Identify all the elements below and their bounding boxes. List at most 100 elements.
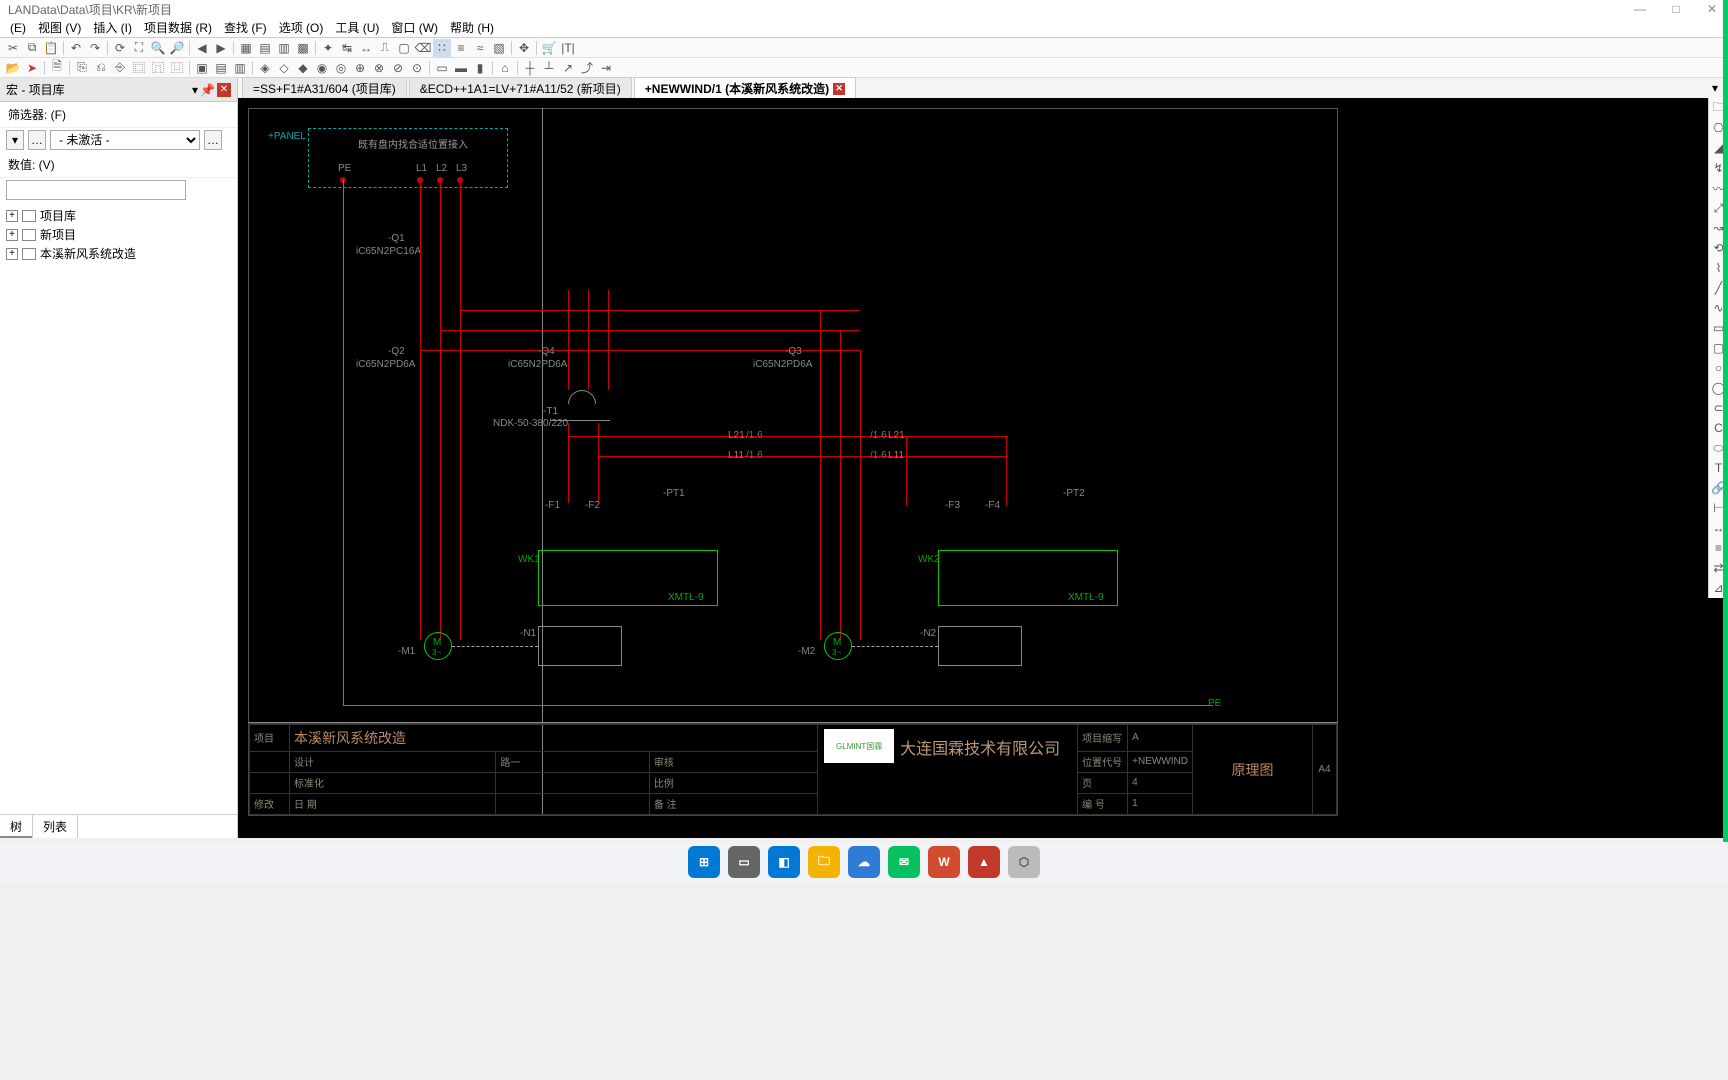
tb-grid2-icon[interactable]: ▤ [256,39,274,57]
tb2-a-icon[interactable]: 🗎 [48,59,66,77]
menu-edit[interactable]: (E) [4,19,32,37]
tb-cut-icon[interactable]: ✂ [4,39,22,57]
taskbar-explorer[interactable]: 🗀 [808,846,840,878]
tb-paste-icon[interactable]: 📋 [42,39,60,57]
doctab-1[interactable]: =SS+F1#A31/604 (项目库) [242,77,407,99]
taskbar-wechat[interactable]: ✉ [888,846,920,878]
tb-line-icon[interactable]: ≡ [452,39,470,57]
doctab-dropdown-icon[interactable]: ▾ [1706,81,1724,95]
expand-icon[interactable]: + [6,210,18,222]
sidebar-dropdown-icon[interactable]: ▾ [192,83,198,97]
tb2-zb-icon[interactable]: ⇥ [597,59,615,77]
taskbar-app-2[interactable]: ⬡ [1008,846,1040,878]
tb-zoomout-icon[interactable]: 🔎 [168,39,186,57]
expand-icon[interactable]: + [6,229,18,241]
tb2-c-icon[interactable]: ⎌ [92,59,110,77]
tb2-w-icon[interactable]: ⌂ [496,59,514,77]
tb-cart-icon[interactable]: 🛒 [540,39,558,57]
sidebar-tab-tree[interactable]: 树 [0,815,33,838]
tb2-v-icon[interactable]: ▮ [471,59,489,77]
tb2-x-icon[interactable]: ┼ [521,59,539,77]
tb-redo-icon[interactable]: ↷ [86,39,104,57]
menu-help[interactable]: 帮助 (H) [444,17,500,38]
tb2-s-icon[interactable]: ⊙ [408,59,426,77]
tb2-i-icon[interactable]: ▤ [212,59,230,77]
tb2-e-icon[interactable]: ⿴ [130,59,148,77]
tb2-f-icon[interactable]: ⿵ [149,59,167,77]
schematic-canvas[interactable]: +PANEL 既有盘内找合适位置接入 PE L1 L2 L3 -Q1 iC65N… [238,98,1728,838]
tb2-p-icon[interactable]: ⊕ [351,59,369,77]
tb-brk-icon[interactable]: ⎍ [376,39,394,57]
taskbar-wps[interactable]: W [928,846,960,878]
taskbar-alert[interactable]: ▲ [968,846,1000,878]
tb2-g-icon[interactable]: ⿶ [168,59,186,77]
tb-text-icon[interactable]: |T| [559,39,577,57]
doctab-close-icon[interactable]: ✕ [833,83,845,95]
menu-window[interactable]: 窗口 (W) [385,17,444,38]
filter-select[interactable]: - 未激活 - [50,130,200,150]
tb2-z-icon[interactable]: ↗ [559,59,577,77]
window-minimize[interactable]: — [1632,2,1648,16]
tb-grid4-icon[interactable]: ▩ [294,39,312,57]
tree-item-lib[interactable]: + 项目库 [4,206,233,225]
tb2-za-icon[interactable]: ⤴ [578,59,596,77]
doctab-3[interactable]: +NEWWIND/1 (本溪新风系统改造) ✕ [634,77,856,99]
doctab-2[interactable]: &ECD++1A1=LV+71#A11/52 (新项目) [409,77,632,99]
tb-align-icon[interactable]: ↹ [338,39,356,57]
tb2-y-icon[interactable]: ┴ [540,59,558,77]
tb-dot-icon[interactable]: ∷ [433,39,451,57]
window-maximize[interactable]: □ [1668,2,1684,16]
menu-tools[interactable]: 工具 (U) [329,17,385,38]
taskbar-app-cloud[interactable]: ☁ [848,846,880,878]
tb-zoomin-icon[interactable]: 🔍 [149,39,167,57]
menu-options[interactable]: 选项 (O) [273,17,330,38]
tb2-b-icon[interactable]: ⎘ [73,59,91,77]
tb-center-icon[interactable]: ✥ [515,39,533,57]
tb2-m-icon[interactable]: ◆ [294,59,312,77]
tb2-h-icon[interactable]: ▣ [193,59,211,77]
tb2-o-icon[interactable]: ◎ [332,59,350,77]
tb-del-icon[interactable]: ⌫ [414,39,432,57]
tb-box-icon[interactable]: ▢ [395,39,413,57]
tb-refresh-icon[interactable]: ⟳ [111,39,129,57]
tb2-k-icon[interactable]: ◈ [256,59,274,77]
tb2-l-icon[interactable]: ◇ [275,59,293,77]
tb-grid1-icon[interactable]: ▦ [237,39,255,57]
tb2-open-icon[interactable]: 📂 [4,59,22,77]
filter-opts-button[interactable]: … [28,130,46,150]
tb2-arrow-icon[interactable]: ➤ [23,59,41,77]
tb-navfwd-icon[interactable]: ▶ [212,39,230,57]
taskbar-taskview[interactable]: ▭ [728,846,760,878]
expand-icon[interactable]: + [6,248,18,260]
menu-projectdata[interactable]: 项目数据 (R) [138,17,218,38]
filter-prev-button[interactable]: ▾ [6,130,24,150]
tb-zoomfit-icon[interactable]: ⛶ [130,39,148,57]
tree-item-benxi[interactable]: + 本溪新风系统改造 [4,244,233,263]
sidebar-tab-list[interactable]: 列表 [33,815,78,838]
tb-wave-icon[interactable]: ≈ [471,39,489,57]
tb-navback-icon[interactable]: ◀ [193,39,211,57]
tree-item-newproj[interactable]: + 新项目 [4,225,233,244]
tb2-n-icon[interactable]: ◉ [313,59,331,77]
tb2-t-icon[interactable]: ▭ [433,59,451,77]
tb2-q-icon[interactable]: ⊗ [370,59,388,77]
sidebar-close-icon[interactable]: ✕ [217,83,231,97]
filter-more-button[interactable]: … [204,130,222,150]
tb-dim-icon[interactable]: ↔ [357,39,375,57]
menu-view[interactable]: 视图 (V) [32,17,87,38]
tb-undo-icon[interactable]: ↶ [67,39,85,57]
tb2-j-icon[interactable]: ▥ [231,59,249,77]
tb2-r-icon[interactable]: ⊘ [389,59,407,77]
taskbar-start[interactable]: ⊞ [688,846,720,878]
menu-find[interactable]: 查找 (F) [218,17,273,38]
taskbar-app-1[interactable]: ◧ [768,846,800,878]
value-input[interactable] [6,180,186,200]
tb-more-icon[interactable]: ▧ [490,39,508,57]
tb-grid3-icon[interactable]: ▥ [275,39,293,57]
tb-snap-icon[interactable]: ✦ [319,39,337,57]
tb2-u-icon[interactable]: ▬ [452,59,470,77]
menu-insert[interactable]: 插入 (I) [87,17,138,38]
sidebar-pin-icon[interactable]: 📌 [200,83,215,97]
window-close[interactable]: ✕ [1704,2,1720,16]
tb2-d-icon[interactable]: ⎆ [111,59,129,77]
